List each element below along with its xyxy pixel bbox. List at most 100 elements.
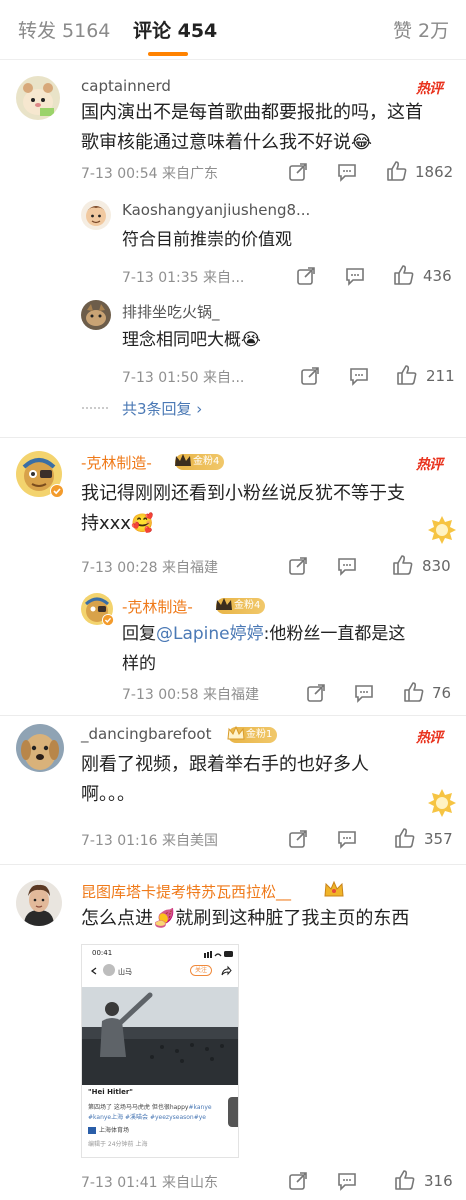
comment-meta: 7-13 01:41 来自山东	[81, 1175, 219, 1191]
like-count: 830	[422, 557, 451, 575]
share-icon[interactable]	[288, 162, 308, 182]
like-icon[interactable]	[392, 554, 414, 576]
reply-username[interactable]: -克林制造-	[122, 596, 193, 617]
attached-image[interactable]: 00:41 山马 关注 "Hei Hitler" 第四场了 这场马马虎虎 但也很…	[81, 944, 239, 1158]
screenshot-hashtags: #kanye上海 #溪喵会 #yeezyseason#ye	[88, 1114, 206, 1121]
comment-text-line: 歌审核能通过意味着什么我不好说😂	[81, 132, 373, 153]
comment-username[interactable]: 昆图库塔卡提考特苏瓦西拉松__	[81, 881, 291, 902]
reply-text-segment: :他粉丝一直都是这	[263, 624, 406, 644]
comment-text-line: 刚看了视频，跟着举右手的也好多人	[81, 754, 369, 775]
avatar[interactable]	[16, 76, 60, 120]
tabs-divider	[0, 59, 466, 60]
like-icon[interactable]	[394, 1169, 416, 1191]
screenshot-caption: "Hei Hitler"	[88, 1088, 133, 1096]
screenshot-venue-name: 上海体育场	[99, 1127, 130, 1134]
like-count: 357	[424, 830, 453, 848]
side-tab	[228, 1097, 238, 1127]
like-icon[interactable]	[393, 264, 415, 286]
crown-icon	[227, 725, 245, 740]
hot-comment-badge: 热评	[416, 730, 443, 746]
reply-username[interactable]: Kaoshangyanjiusheng8...	[122, 201, 310, 219]
avatar[interactable]	[16, 880, 62, 926]
comment-text: 刚看了视频，跟着举右手的也好多人 啊。。。	[81, 750, 411, 810]
hot-comment-badge: 热评	[416, 81, 443, 97]
like-icon[interactable]	[394, 827, 416, 849]
reply-meta: 7-13 01:50 来自...	[122, 370, 245, 386]
reply-text: 理念相同吧大概😭	[122, 330, 261, 350]
fan-level-badge: 金粉4	[216, 598, 266, 614]
avatar[interactable]	[81, 200, 111, 230]
crown-badge-icon	[324, 880, 344, 897]
comment-meta: 7-13 01:16 来自美国	[81, 833, 219, 849]
reply-text: 符合目前推崇的价值观	[122, 230, 292, 250]
comment-text-line: 我记得刚刚还看到小粉丝说反犹不等于支	[81, 483, 405, 504]
back-arrow-icon	[90, 967, 97, 975]
screenshot-follow-button: 关注	[190, 965, 212, 976]
gift-badge-icon[interactable]	[427, 514, 457, 544]
reply-icon[interactable]	[337, 1171, 357, 1191]
avatar[interactable]	[16, 724, 64, 772]
mention-link[interactable]: @Lapine婷婷	[156, 624, 264, 644]
fan-level-badge: 金粉4	[175, 454, 225, 470]
reply-username[interactable]: 排排坐吃火锅_	[122, 301, 220, 322]
comment-username[interactable]: captainnerd	[81, 77, 171, 95]
more-dots-icon	[82, 407, 108, 409]
reply-text: 回复@Lapine婷婷:他粉丝一直都是这 样的	[122, 619, 452, 679]
like-count: 436	[423, 267, 452, 285]
screenshot-venue: 上海体育场	[88, 1125, 129, 1134]
like-icon[interactable]	[396, 364, 418, 386]
reply-text-line: 回复@Lapine婷婷:他粉丝一直都是这	[122, 619, 452, 649]
reply-icon[interactable]	[345, 266, 365, 286]
share-icon[interactable]	[300, 366, 320, 386]
reply-icon[interactable]	[337, 162, 357, 182]
fan-level-badge: 金粉1	[227, 725, 278, 743]
reply-prefix: 回复	[122, 624, 156, 644]
status-icons	[204, 951, 233, 958]
venue-icon	[88, 1127, 96, 1134]
comment-meta: 7-13 00:28 来自福建	[81, 560, 219, 576]
comment-text-line: 国内演出不是每首歌曲都要报批的吗，这首	[81, 102, 423, 123]
like-count: 76	[432, 684, 452, 702]
gift-badge-icon[interactable]	[427, 787, 457, 817]
like-count: 316	[424, 1172, 453, 1190]
share-icon[interactable]	[288, 829, 308, 849]
fan-badge-label: 金粉4	[234, 600, 261, 611]
tab-comments[interactable]: 评论 454	[133, 16, 217, 43]
like-count: 1862	[415, 163, 454, 181]
reply-text-line: 样的	[122, 654, 156, 674]
reply-icon[interactable]	[337, 556, 357, 576]
comment-text: 怎么点进🍠就刷到这种脏了我主页的东西	[81, 908, 410, 929]
comment-username[interactable]: _dancingbarefoot	[81, 725, 211, 743]
like-icon[interactable]	[403, 681, 425, 703]
reply-icon[interactable]	[337, 829, 357, 849]
reply-icon[interactable]	[354, 683, 374, 703]
tab-bar: 转发 5164 评论 454 赞 2万	[0, 0, 466, 60]
comment-username[interactable]: -克林制造-	[81, 452, 152, 473]
comment-text: 我记得刚刚还看到小粉丝说反犹不等于支 持xxx🥰	[81, 479, 411, 539]
screenshot-text: 第四场了 这场马马虎虎 但也很happy	[88, 1104, 189, 1111]
share-icon	[221, 965, 232, 976]
tab-likes[interactable]: 赞 2万	[393, 16, 449, 43]
comment-divider	[0, 864, 466, 865]
reply-icon[interactable]	[349, 366, 369, 386]
view-more-replies-link[interactable]: 共3条回复 ›	[122, 398, 202, 419]
screenshot-text-line: 第四场了 这场马马虎虎 但也很happy#kanye	[88, 1102, 212, 1111]
comment-divider	[0, 437, 466, 438]
crown-icon	[175, 454, 191, 466]
screenshot-hashtag: #kanye	[188, 1104, 212, 1111]
share-icon[interactable]	[288, 1171, 308, 1191]
comment-text-line: 啊。。。	[81, 784, 135, 805]
screenshot-account-name: 山马	[118, 968, 132, 976]
tab-reposts[interactable]: 转发 5164	[18, 16, 110, 43]
verified-icon	[50, 484, 64, 498]
share-icon[interactable]	[296, 266, 316, 286]
avatar	[103, 964, 115, 976]
share-icon[interactable]	[306, 683, 326, 703]
verified-icon	[102, 614, 114, 626]
status-bar-time: 00:41	[92, 949, 113, 957]
avatar[interactable]	[81, 300, 111, 330]
share-icon[interactable]	[288, 556, 308, 576]
like-count: 211	[426, 367, 455, 385]
like-icon[interactable]	[386, 160, 408, 182]
comment-text-line: 持xxx🥰	[81, 513, 154, 534]
